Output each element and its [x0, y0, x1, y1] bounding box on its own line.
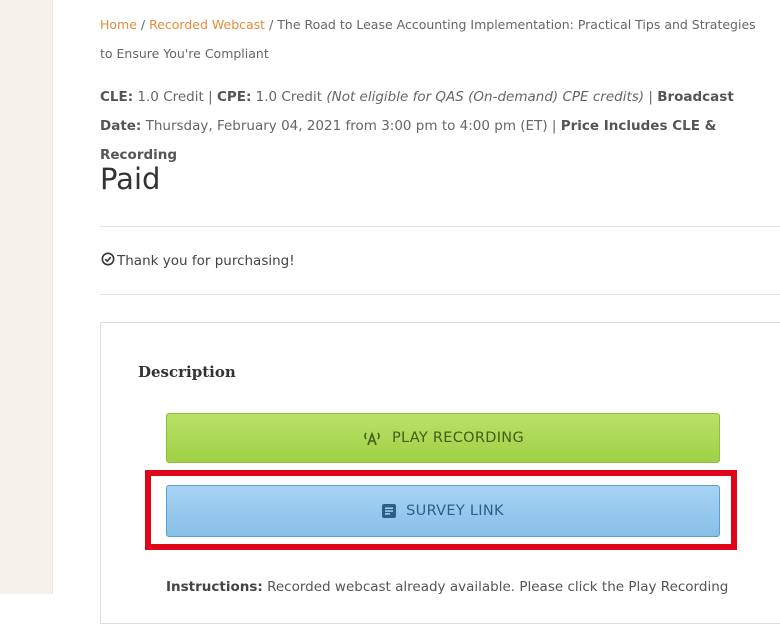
broadcast-icon [362, 430, 382, 446]
form-icon [382, 504, 397, 518]
left-sidebar-stripe [0, 0, 53, 594]
breadcrumb: Home / Recorded Webcast / The Road to Le… [100, 10, 760, 68]
breadcrumb-section-link[interactable]: Recorded Webcast [149, 17, 265, 32]
survey-link-label: SURVEY LINK [406, 503, 504, 519]
description-panel: Description PLAY RECORDING SURVEY LINK I… [100, 322, 780, 624]
status-title: Paid [100, 162, 161, 196]
purchase-confirmation: Thank you for purchasing! [101, 252, 295, 270]
divider [100, 226, 780, 227]
description-heading: Description [138, 363, 236, 381]
play-recording-button[interactable]: PLAY RECORDING [166, 413, 720, 463]
cle-label: CLE: [100, 89, 134, 105]
cpe-note: (Not eligible for QAS (On-demand) CPE cr… [326, 89, 645, 105]
instructions-body: Recorded webcast already available. Plea… [262, 579, 729, 595]
cpe-value: 1.0 Credit [251, 89, 327, 105]
instructions-label: Instructions: [166, 579, 263, 595]
breadcrumb-separator: / [265, 17, 278, 32]
webcast-meta: CLE: 1.0 Credit | CPE: 1.0 Credit (Not e… [100, 83, 770, 170]
cle-value: 1.0 Credit | [133, 89, 217, 105]
purchase-message: Thank you for purchasing! [117, 253, 295, 269]
check-circle-icon [101, 252, 115, 270]
cpe-label: CPE: [216, 89, 252, 105]
instructions-text: Instructions: Recorded webcast already a… [166, 579, 780, 595]
broadcast-value: Thursday, February 04, 2021 from 3:00 pm… [141, 118, 561, 134]
meta-separator: | [644, 89, 658, 105]
breadcrumb-separator: / [136, 17, 150, 32]
play-recording-label: PLAY RECORDING [392, 430, 524, 446]
survey-link-button[interactable]: SURVEY LINK [166, 485, 720, 537]
divider [100, 294, 780, 295]
breadcrumb-home-link[interactable]: Home [100, 17, 137, 32]
